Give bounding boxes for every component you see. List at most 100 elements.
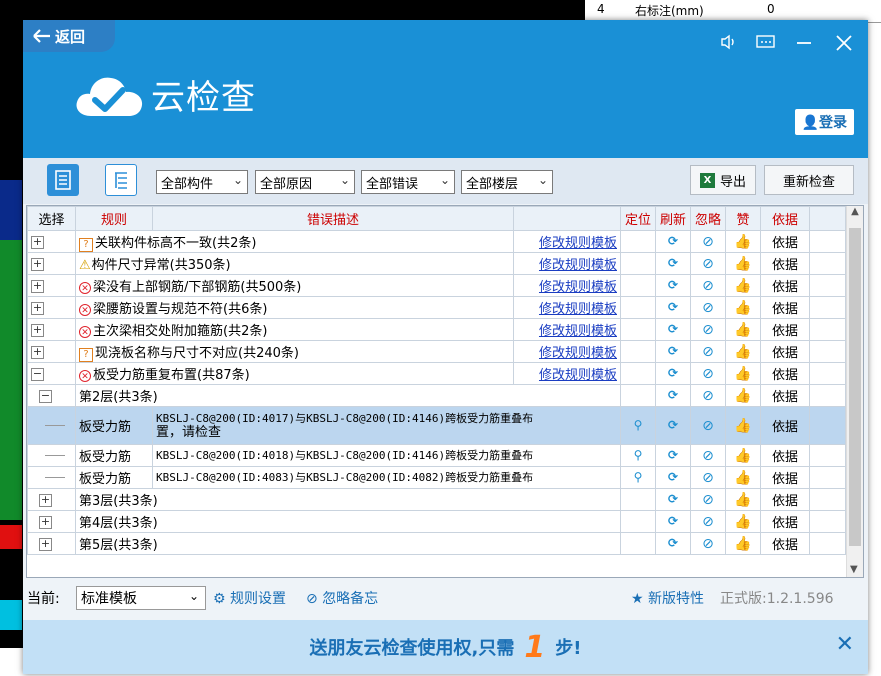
- group-row[interactable]: + ✕ 主次梁相交处附加箍筋(共2条) 修改规则模板 ⟳ ⊘ 👍 依据: [27, 318, 846, 341]
- ignore-cell[interactable]: ⊘: [690, 406, 726, 445]
- list-view-button[interactable]: [47, 164, 79, 196]
- refresh-cell[interactable]: ⟳: [655, 340, 691, 363]
- group-row[interactable]: +? 关联构件标高不一致(共2条) 修改规则模板 ⟳ ⊘ 👍 依据: [27, 230, 846, 253]
- like-cell[interactable]: 👍: [725, 532, 761, 555]
- group-expander[interactable]: +: [27, 252, 76, 275]
- basis-link[interactable]: 依据: [760, 444, 810, 467]
- modify-rule-link[interactable]: 修改规则模板: [539, 368, 617, 383]
- ignore-cell[interactable]: ⊘: [690, 252, 726, 275]
- reason-filter-select[interactable]: 全部原因 ⌄: [255, 170, 355, 194]
- locate-cell[interactable]: ⚲: [620, 406, 656, 445]
- group-expander[interactable]: +: [27, 274, 76, 297]
- speaker-icon[interactable]: [720, 34, 738, 55]
- modify-rule-link[interactable]: 修改规则模板: [539, 258, 617, 273]
- group-expander[interactable]: +: [27, 318, 76, 341]
- basis-link[interactable]: 依据: [760, 296, 810, 319]
- refresh-cell[interactable]: ⟳: [655, 384, 691, 407]
- like-cell[interactable]: 👍: [725, 488, 761, 511]
- chat-icon[interactable]: [756, 34, 776, 55]
- group-expander[interactable]: −: [27, 362, 76, 385]
- rule-settings-link[interactable]: ⚙ 规则设置: [213, 588, 286, 608]
- detail-row[interactable]: 板受力筋 KBSLJ-C8@200(ID:4083)与KBSLJ-C8@200(I…: [27, 466, 846, 489]
- floor-expander[interactable]: +: [27, 488, 76, 511]
- like-cell[interactable]: 👍: [725, 230, 761, 253]
- modify-rule-link[interactable]: 修改规则模板: [539, 302, 617, 317]
- basis-link[interactable]: 依据: [760, 510, 810, 533]
- refresh-cell[interactable]: ⟳: [655, 230, 691, 253]
- tree-view-button[interactable]: [105, 164, 137, 196]
- ignore-notes-link[interactable]: ⊘ 忽略备忘: [306, 588, 378, 608]
- floor-row[interactable]: + 第4层(共3条) ⟳ ⊘ 👍 依据: [27, 510, 846, 533]
- basis-link[interactable]: 依据: [760, 318, 810, 341]
- ignore-cell[interactable]: ⊘: [690, 296, 726, 319]
- scroll-thumb[interactable]: [849, 228, 861, 546]
- login-button[interactable]: 👤登录: [794, 109, 854, 135]
- modify-rule-link[interactable]: 修改规则模板: [539, 280, 617, 295]
- group-expander[interactable]: +: [27, 230, 76, 253]
- ignore-cell[interactable]: ⊘: [690, 532, 726, 555]
- recheck-button[interactable]: 重新检查: [764, 165, 854, 195]
- ignore-cell[interactable]: ⊘: [690, 274, 726, 297]
- modify-rule-link[interactable]: 修改规则模板: [539, 346, 617, 361]
- basis-link[interactable]: 依据: [760, 532, 810, 555]
- like-cell[interactable]: 👍: [725, 384, 761, 407]
- floor-row[interactable]: − 第2层(共3条) ⟳ ⊘ 👍 依据: [27, 384, 846, 407]
- refresh-cell[interactable]: ⟳: [655, 444, 691, 467]
- ignore-cell[interactable]: ⊘: [690, 362, 726, 385]
- refresh-cell[interactable]: ⟳: [655, 466, 691, 489]
- like-cell[interactable]: 👍: [725, 274, 761, 297]
- like-cell[interactable]: 👍: [725, 340, 761, 363]
- group-row[interactable]: + ✕ 梁没有上部钢筋/下部钢筋(共500条) 修改规则模板 ⟳ ⊘ 👍 依据: [27, 274, 846, 297]
- like-cell[interactable]: 👍: [725, 296, 761, 319]
- like-cell[interactable]: 👍: [725, 362, 761, 385]
- scroll-down-icon[interactable]: ▼: [850, 564, 858, 575]
- floor-row[interactable]: + 第3层(共3条) ⟳ ⊘ 👍 依据: [27, 488, 846, 511]
- refresh-cell[interactable]: ⟳: [655, 406, 691, 445]
- error-filter-select[interactable]: 全部错误 ⌄: [361, 170, 455, 194]
- modify-rule-link[interactable]: 修改规则模板: [539, 236, 617, 251]
- ignore-cell[interactable]: ⊘: [690, 444, 726, 467]
- floor-expander[interactable]: +: [27, 532, 76, 555]
- floor-row[interactable]: + 第5层(共3条) ⟳ ⊘ 👍 依据: [27, 532, 846, 555]
- group-row[interactable]: +? 现浇板名称与尺寸不对应(共240条) 修改规则模板 ⟳ ⊘ 👍 依据: [27, 340, 846, 363]
- close-icon[interactable]: [835, 34, 853, 57]
- modify-rule-link[interactable]: 修改规则模板: [539, 324, 617, 339]
- refresh-cell[interactable]: ⟳: [655, 510, 691, 533]
- minimize-icon[interactable]: [795, 34, 813, 55]
- basis-link[interactable]: 依据: [760, 362, 810, 385]
- basis-link[interactable]: 依据: [760, 340, 810, 363]
- like-cell[interactable]: 👍: [725, 318, 761, 341]
- locate-cell[interactable]: ⚲: [620, 466, 656, 489]
- back-button[interactable]: 返回: [23, 20, 115, 52]
- component-filter-select[interactable]: 全部构件 ⌄: [156, 170, 248, 194]
- like-cell[interactable]: 👍: [725, 466, 761, 489]
- scroll-up-icon[interactable]: ▲: [847, 206, 863, 217]
- template-select[interactable]: 标准模板 ⌄: [76, 586, 206, 610]
- group-expander[interactable]: +: [27, 340, 76, 363]
- basis-link[interactable]: 依据: [760, 488, 810, 511]
- ignore-cell[interactable]: ⊘: [690, 384, 726, 407]
- ignore-cell[interactable]: ⊘: [690, 510, 726, 533]
- vertical-scrollbar[interactable]: ▲ ▼: [846, 206, 863, 577]
- ignore-cell[interactable]: ⊘: [690, 318, 726, 341]
- refresh-cell[interactable]: ⟳: [655, 488, 691, 511]
- ignore-cell[interactable]: ⊘: [690, 488, 726, 511]
- new-features-link[interactable]: ★ 新版特性: [631, 588, 704, 608]
- promo-banner[interactable]: 送朋友云检查使用权,只需 1 步! ✕: [23, 620, 868, 674]
- group-row[interactable]: + ⚠构件尺寸异常(共350条) 修改规则模板 ⟳ ⊘ 👍 依据: [27, 252, 846, 275]
- refresh-cell[interactable]: ⟳: [655, 318, 691, 341]
- export-button[interactable]: X 导出: [690, 165, 756, 195]
- detail-row[interactable]: 板受力筋 KBSLJ-C8@200(ID:4018)与KBSLJ-C8@200(I…: [27, 444, 846, 467]
- basis-link[interactable]: 依据: [760, 466, 810, 489]
- basis-link[interactable]: 依据: [760, 230, 810, 253]
- refresh-cell[interactable]: ⟳: [655, 252, 691, 275]
- like-cell[interactable]: 👍: [725, 406, 761, 445]
- floor-expander[interactable]: +: [27, 510, 76, 533]
- basis-link[interactable]: 依据: [760, 274, 810, 297]
- banner-close-icon[interactable]: ✕: [836, 632, 854, 657]
- detail-row[interactable]: 板受力筋 KBSLJ-C8@200(ID:4017)与KBSLJ-C8@200(I…: [27, 406, 846, 445]
- like-cell[interactable]: 👍: [725, 444, 761, 467]
- basis-link[interactable]: 依据: [760, 252, 810, 275]
- refresh-cell[interactable]: ⟳: [655, 274, 691, 297]
- group-row[interactable]: − ✕ 板受力筋重复布置(共87条) 修改规则模板 ⟳ ⊘ 👍 依据: [27, 362, 846, 385]
